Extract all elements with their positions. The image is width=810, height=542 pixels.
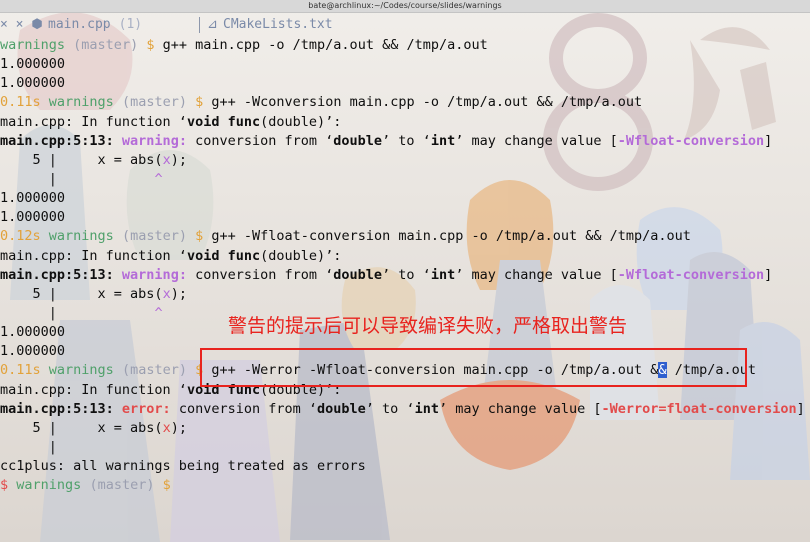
source-snippet-line: 5 | x = abs(x); xyxy=(0,151,187,168)
window-title: bate@archlinux:~/Codes/course/slides/war… xyxy=(0,0,810,13)
problem-count: (1) xyxy=(118,17,143,32)
source-snippet-line: 5 | x = abs(x); xyxy=(0,285,187,302)
tab-label: CMakeLists.txt xyxy=(223,17,333,32)
compiler-error-line: main.cpp:5:13: error: conversion from ‘d… xyxy=(0,400,805,417)
prompt-line: $ warnings (master) $ xyxy=(0,477,171,494)
cpp-file-icon: ⬢ xyxy=(31,17,43,32)
source-snippet-line: 5 | x = abs(x); xyxy=(0,419,187,436)
compiler-warning-line: main.cpp:5:13: warning: conversion from … xyxy=(0,266,773,283)
program-output: 1.000000 xyxy=(0,56,66,73)
highlight-box xyxy=(200,348,747,387)
prompt-line: warnings (master) $ g++ main.cpp -o /tmp… xyxy=(0,37,488,53)
compiler-context-line: main.cpp: In function ‘void func(double)… xyxy=(0,113,342,130)
prompt-line: 0.11s warnings (master) $ g++ -Wconversi… xyxy=(0,94,643,111)
close-tab-icon[interactable]: × xyxy=(16,17,24,32)
close-tab-icon[interactable]: × xyxy=(0,17,8,32)
program-output: 1.000000 xyxy=(0,190,66,207)
tab-divider xyxy=(199,17,200,33)
tab-cmakelists[interactable]: ⊿ CMakeLists.txt xyxy=(207,13,333,37)
caret-line: | xyxy=(0,438,57,455)
error-summary-line: cc1plus: all warnings being treated as e… xyxy=(0,458,366,475)
tab-main-cpp[interactable]: ⬢ main.cpp (1) xyxy=(30,13,142,37)
tab-label: main.cpp xyxy=(48,17,111,32)
annotation-text: 警告的提示后可以导致编译失败，严格取出警告 xyxy=(228,315,628,337)
editor-tab-bar: ⬢ main.cpp (1) × ⊿ CMakeLists.txt × xyxy=(0,13,810,37)
cmake-file-icon: ⊿ xyxy=(207,17,218,32)
caret-line: | ^ xyxy=(0,170,163,187)
terminal-output[interactable]: warnings (master) $ g++ main.cpp -o /tmp… xyxy=(0,36,810,495)
compiler-warning-line: main.cpp:5:13: warning: conversion from … xyxy=(0,132,773,149)
program-output: 1.000000 xyxy=(0,209,66,226)
compiler-context-line: main.cpp: In function ‘void func(double)… xyxy=(0,247,342,264)
prompt-line: 0.12s warnings (master) $ g++ -Wfloat-co… xyxy=(0,228,691,245)
program-output: 1.000000 xyxy=(0,75,66,92)
